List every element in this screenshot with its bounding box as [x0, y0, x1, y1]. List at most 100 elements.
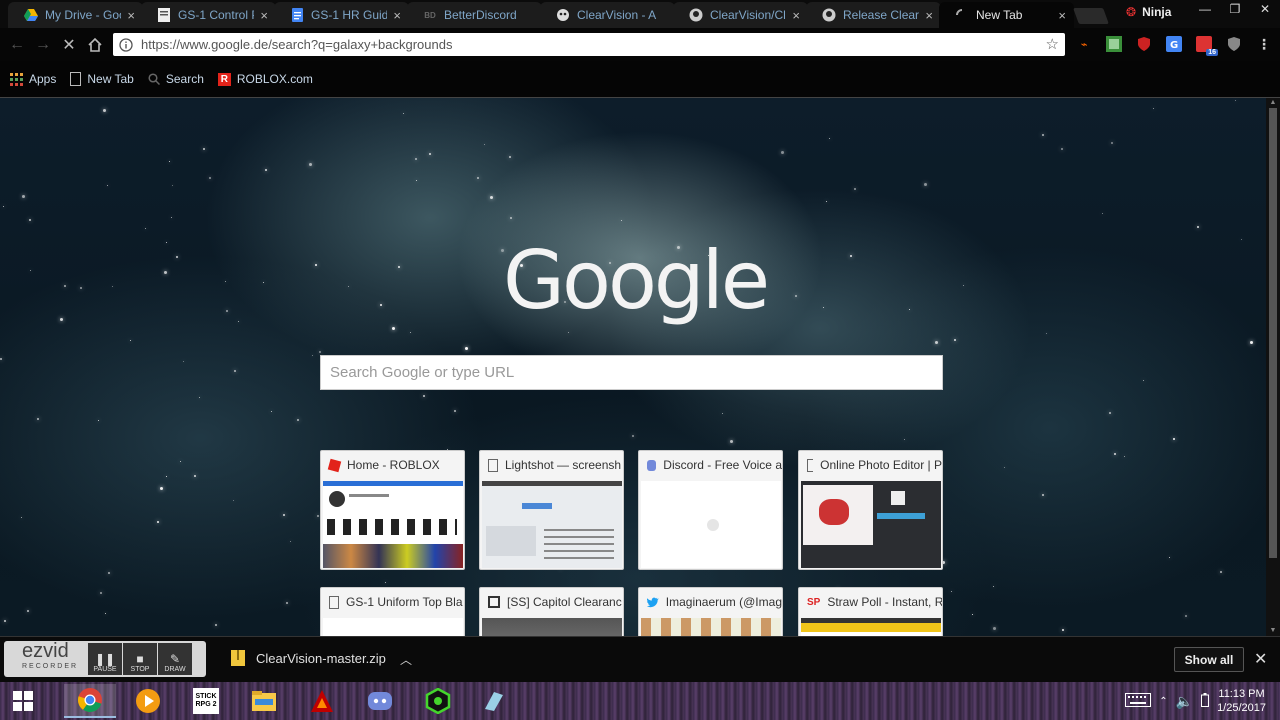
bookmark-star-icon[interactable]: ☆	[1046, 35, 1059, 53]
ezvid-logo: ezvid RECORDER	[4, 641, 88, 675]
new-tab-button[interactable]	[1073, 8, 1109, 24]
tab-betterdiscord[interactable]: BD BetterDiscord	[407, 2, 542, 28]
razer-icon[interactable]	[412, 684, 464, 718]
show-all-button[interactable]: Show all	[1174, 647, 1244, 672]
ezvid-draw-button[interactable]: ✎ DRAW	[158, 643, 192, 675]
tab-my-drive[interactable]: My Drive - Goo ×	[8, 2, 143, 28]
close-icon[interactable]: ×	[792, 8, 800, 23]
stick-rpg-label: STICK RPG 2	[193, 688, 219, 714]
close-icon[interactable]: ×	[260, 8, 268, 23]
url-text[interactable]: https://www.google.de/search?q=galaxy+ba…	[141, 37, 452, 52]
extension-green-icon[interactable]	[1104, 35, 1124, 53]
most-visited-tile[interactable]: GS-1 Uniform Top Bla	[320, 587, 465, 636]
omnibox[interactable]: https://www.google.de/search?q=galaxy+ba…	[113, 33, 1065, 56]
most-visited-tile[interactable]: SP Straw Poll - Instant, R	[798, 587, 943, 636]
star	[271, 411, 272, 412]
tile-thumbnail	[801, 481, 941, 568]
media-player-icon[interactable]	[122, 684, 174, 718]
most-visited-tile[interactable]: Discord - Free Voice a	[638, 450, 783, 570]
home-button[interactable]	[86, 36, 104, 54]
google-translate-icon[interactable]: G	[1164, 35, 1184, 53]
search-input[interactable]	[330, 364, 942, 381]
forward-button[interactable]: →	[34, 36, 52, 54]
bookmark-search[interactable]: Search	[148, 72, 204, 86]
close-icon[interactable]: ×	[393, 8, 401, 23]
chrome-icon[interactable]	[64, 684, 116, 718]
clock-date: 1/25/2017	[1217, 702, 1266, 714]
zip-file-icon	[231, 650, 245, 666]
extension-orange-icon[interactable]: ⌁	[1074, 35, 1094, 53]
close-icon[interactable]: ×	[925, 8, 933, 23]
profile-button[interactable]: ❂ Ninja	[1126, 2, 1171, 22]
ublock-icon[interactable]	[1134, 35, 1154, 53]
most-visited-tile[interactable]: Imaginaerum (@Imag	[638, 587, 783, 636]
tab-new-tab[interactable]: New Tab ×	[939, 2, 1074, 28]
ezvid-stop-button[interactable]: ■ STOP	[123, 643, 157, 675]
bookmark-roblox[interactable]: R ROBLOX.com	[217, 72, 313, 86]
tile-title: [SS] Capitol Clearanc	[507, 595, 622, 609]
tab-clearvision-github[interactable]: ClearVision/Cle ×	[673, 2, 808, 28]
betterdiscord-icon: BD	[424, 10, 436, 20]
tab-label: Release ClearV	[843, 8, 920, 22]
star	[454, 410, 456, 412]
ctrl-label: PAUSE	[93, 666, 117, 673]
extension-red-badge-icon[interactable]: 16	[1194, 35, 1218, 56]
ezvid-pause-button[interactable]: ❚❚ PAUSE	[88, 643, 122, 675]
shield-icon[interactable]	[1224, 35, 1244, 53]
keyboard-icon[interactable]	[1125, 692, 1152, 710]
volume-icon[interactable]: 🔈	[1176, 693, 1193, 710]
ctrl-label: DRAW	[164, 666, 186, 673]
filezilla-icon[interactable]	[296, 684, 348, 718]
star	[4, 620, 6, 622]
most-visited-tile[interactable]: [SS] Capitol Clearanc	[479, 587, 624, 636]
svg-text:G: G	[1170, 40, 1178, 51]
star	[490, 196, 493, 199]
search-box[interactable]	[320, 355, 943, 390]
scroll-up-icon[interactable]: ▲	[1266, 98, 1280, 108]
tab-clearvision-a[interactable]: ClearVision - A	[540, 2, 675, 28]
discord-icon[interactable]	[354, 684, 406, 718]
menu-icon[interactable]: ⋮	[1254, 35, 1274, 53]
scroll-down-icon[interactable]: ▼	[1266, 626, 1280, 636]
tab-gs1-control[interactable]: GS-1 Control P ×	[141, 2, 276, 28]
bookmark-new-tab[interactable]: New Tab	[70, 72, 134, 86]
minimize-button[interactable]: —	[1190, 0, 1220, 18]
windows-start-icon[interactable]	[0, 684, 46, 718]
restore-button[interactable]: ❐	[1220, 0, 1250, 18]
star	[37, 418, 39, 420]
tab-gs1-hr-guide[interactable]: GS-1 HR Guide ×	[274, 2, 409, 28]
stop-button[interactable]: ✕	[60, 36, 78, 54]
star	[385, 582, 386, 583]
app-icon[interactable]	[468, 684, 520, 718]
taskbar-clock[interactable]: 11:13 PM 1/25/2017	[1217, 687, 1266, 715]
back-button[interactable]: ←	[8, 36, 26, 54]
chevron-up-icon[interactable]: ︿	[400, 651, 412, 668]
download-item[interactable]: ClearVision-master.zip	[230, 649, 386, 667]
star	[924, 183, 927, 186]
close-window-button[interactable]: ✕	[1250, 0, 1280, 18]
scrollbar-thumb[interactable]	[1269, 108, 1277, 558]
stick-rpg-icon[interactable]: STICK RPG 2	[180, 684, 232, 718]
close-shelf-button[interactable]: ✕	[1254, 649, 1267, 669]
page-scrollbar[interactable]: ▲ ▼	[1266, 98, 1280, 636]
info-icon[interactable]	[119, 37, 133, 52]
most-visited-tile[interactable]: Lightshot — screensh	[479, 450, 624, 570]
bookmark-apps[interactable]: Apps	[10, 72, 56, 86]
close-icon[interactable]: ×	[1058, 8, 1066, 23]
star	[3, 206, 4, 207]
most-visited-tile[interactable]: Home - ROBLOX	[320, 450, 465, 570]
file-explorer-icon[interactable]	[238, 684, 290, 718]
ctrl-label: STOP	[130, 666, 150, 673]
chevron-up-icon[interactable]: ⌃	[1159, 696, 1167, 707]
tile-header: Imaginaerum (@Imag	[639, 588, 782, 616]
star	[909, 309, 910, 310]
tab-release-clearvision[interactable]: Release ClearV ×	[806, 2, 941, 28]
most-visited-tile[interactable]: Online Photo Editor | P	[798, 450, 943, 570]
close-icon[interactable]: ×	[127, 8, 135, 23]
star	[416, 180, 417, 181]
star	[215, 624, 217, 626]
star	[0, 358, 2, 360]
star	[415, 158, 417, 160]
bookmark-label: Apps	[29, 72, 57, 86]
battery-icon[interactable]	[1201, 692, 1210, 710]
